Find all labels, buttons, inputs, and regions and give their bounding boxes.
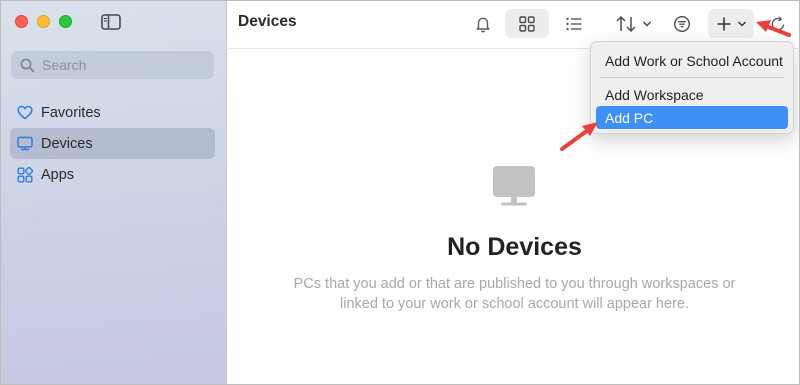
- bell-icon: [476, 17, 490, 32]
- apps-grid-icon: [17, 166, 33, 183]
- search-input[interactable]: [42, 57, 192, 73]
- grid-view-icon: [519, 15, 535, 32]
- minimize-window-button[interactable]: [37, 15, 50, 28]
- app-window: Favorites Devices: [0, 0, 800, 385]
- sidebar-item-devices[interactable]: Devices: [10, 128, 215, 159]
- sidebar-item-label: Devices: [41, 135, 93, 152]
- chevron-down-icon: [737, 20, 747, 27]
- grid-view-button[interactable]: [505, 9, 549, 38]
- sidebar-item-label: Apps: [41, 166, 75, 183]
- monitor-icon: [490, 165, 538, 214]
- sidebar-toggle-icon[interactable]: [99, 12, 123, 32]
- close-window-button[interactable]: [15, 15, 28, 28]
- empty-state-description: PCs that you add or that are published t…: [293, 276, 736, 312]
- notifications-button[interactable]: [471, 9, 495, 38]
- sidebar: Favorites Devices: [1, 1, 227, 384]
- zoom-window-button[interactable]: [59, 15, 72, 28]
- filter-button[interactable]: [670, 9, 694, 38]
- add-icon: [717, 17, 731, 30]
- refresh-button[interactable]: [766, 9, 790, 38]
- search-icon: [20, 58, 35, 72]
- menu-divider: [600, 77, 784, 78]
- add-button[interactable]: [708, 9, 754, 38]
- list-view-button[interactable]: [559, 9, 589, 38]
- menu-item-add-work-school-account[interactable]: Add Work or School Account: [596, 49, 788, 72]
- menu-item-add-pc[interactable]: Add PC: [596, 106, 788, 129]
- refresh-icon: [771, 15, 785, 30]
- list-view-icon: [566, 17, 582, 30]
- window-controls: [15, 15, 72, 28]
- sidebar-nav: Favorites Devices Apps: [10, 97, 215, 190]
- page-title: Devices: [238, 13, 297, 30]
- search-field[interactable]: [11, 51, 214, 79]
- add-dropdown-menu: Add Work or School Account Add Workspace…: [590, 41, 794, 134]
- menu-item-add-workspace[interactable]: Add Workspace: [596, 83, 788, 106]
- sidebar-item-apps[interactable]: Apps: [10, 159, 215, 190]
- sidebar-item-favorites[interactable]: Favorites: [10, 97, 215, 128]
- sort-icon: [615, 15, 636, 32]
- monitor-icon: [17, 136, 33, 152]
- chevron-down-icon: [642, 20, 651, 27]
- sort-button[interactable]: [611, 9, 655, 38]
- empty-state-title: No Devices: [447, 233, 582, 261]
- sidebar-item-label: Favorites: [41, 104, 101, 121]
- heart-icon: [17, 105, 33, 121]
- filter-icon: [673, 15, 691, 32]
